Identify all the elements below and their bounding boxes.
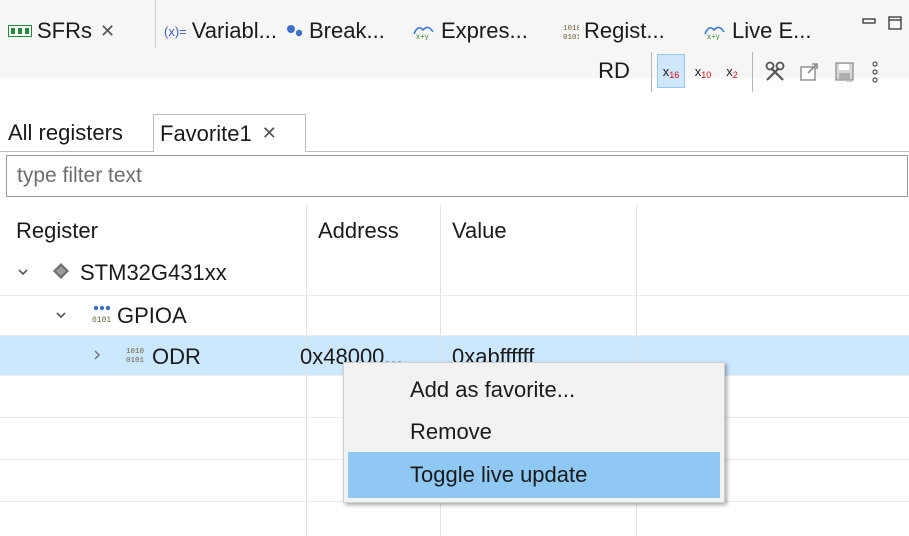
menu-item-add-as-favorite[interactable]: Add as favorite... <box>348 367 720 413</box>
tab-favorite1[interactable]: Favorite1 ✕ <box>154 114 306 152</box>
tab-breakpoints[interactable]: Break... <box>286 18 385 44</box>
register-icon: 1010 0101 <box>126 345 146 365</box>
svg-text:1010: 1010 <box>126 348 144 356</box>
chevron-right-icon[interactable] <box>90 348 106 364</box>
context-menu: Add as favorite... Remove Toggle live up… <box>343 362 725 503</box>
tab-divider <box>155 0 156 48</box>
menu-item-label: Toggle live update <box>410 462 588 487</box>
tab-label: SFRs <box>37 18 92 43</box>
menu-item-label: Remove <box>410 419 492 444</box>
tab-label: Variabl... <box>191 18 277 43</box>
tab-registers[interactable]: 1010 0101 Regist... <box>563 18 665 44</box>
tab-live-expressions[interactable]: x+y Live E... <box>703 18 811 44</box>
hex-format-button[interactable]: x 16 <box>657 54 685 88</box>
tab-label: Regist... <box>584 18 665 43</box>
svg-text:0101: 0101 <box>563 34 579 40</box>
toolbar-divider <box>651 52 652 92</box>
menu-item-toggle-live-update[interactable]: Toggle live update <box>348 452 720 498</box>
rd-label: RD <box>598 58 630 83</box>
column-header-address[interactable]: Address <box>318 218 399 244</box>
variables-icon: (x)= <box>164 24 187 39</box>
variables-icon-text: (x)= <box>164 23 187 39</box>
row-divider <box>0 295 909 296</box>
breakpoints-icon <box>286 24 304 38</box>
close-icon[interactable]: ✕ <box>100 21 115 42</box>
svg-text:x+y: x+y <box>707 32 720 40</box>
expressions-icon: x+y <box>412 22 436 40</box>
hex-subscript: 16 <box>669 70 680 80</box>
tree-node-label: ODR <box>152 344 201 369</box>
read-registers-button[interactable]: RD <box>592 50 636 92</box>
live-expressions-icon: x+y <box>703 22 727 40</box>
tab-variables[interactable]: (x)= Variabl... <box>164 18 277 44</box>
dec-subscript: 10 <box>701 70 712 80</box>
tab-label: Expres... <box>441 18 528 43</box>
minimize-icon[interactable] <box>860 14 878 30</box>
svg-text:x+y: x+y <box>416 32 429 40</box>
decimal-format-button[interactable]: x 10 <box>690 54 716 88</box>
chevron-down-icon[interactable] <box>16 265 32 281</box>
row-divider <box>0 335 909 336</box>
inner-tab-baseline <box>0 151 909 152</box>
view-menu-icon[interactable] <box>868 58 882 86</box>
svg-text:0101: 0101 <box>92 316 111 323</box>
configure-tools-icon[interactable] <box>760 58 790 86</box>
tab-label: All registers <box>8 120 123 145</box>
tab-label: Favorite1 <box>160 120 252 146</box>
svg-text:0101: 0101 <box>126 357 144 363</box>
tree-node-label: STM32G431xx <box>80 260 227 285</box>
tab-label: Break... <box>309 18 385 43</box>
menu-item-label: Add as favorite... <box>410 377 576 402</box>
tab-all-registers[interactable]: All registers <box>8 115 123 151</box>
filter-input[interactable] <box>6 155 908 197</box>
toolbar-divider <box>752 52 753 92</box>
tab-sfrs[interactable]: SFRs ✕ <box>8 18 115 44</box>
memory-board-icon <box>8 24 32 38</box>
svg-text:1010: 1010 <box>563 25 579 33</box>
peripheral-icon: 0101 <box>92 305 114 325</box>
column-header-register[interactable]: Register <box>16 218 98 244</box>
maximize-icon[interactable] <box>886 14 904 32</box>
export-icon[interactable] <box>795 58 825 86</box>
save-icon[interactable]: ... <box>830 58 860 86</box>
chevron-down-icon[interactable] <box>54 308 70 324</box>
tree-node-label: GPIOA <box>117 303 187 328</box>
tab-expressions[interactable]: x+y Expres... <box>412 18 528 44</box>
column-divider <box>306 205 307 536</box>
menu-item-remove[interactable]: Remove <box>348 409 720 455</box>
chip-icon <box>52 262 72 282</box>
close-icon[interactable]: ✕ <box>262 123 277 144</box>
registers-icon: 1010 0101 <box>563 22 579 40</box>
column-header-value[interactable]: Value <box>452 218 507 244</box>
binary-format-button[interactable]: x2 <box>720 54 744 88</box>
tab-label: Live E... <box>732 18 812 43</box>
svg-text:...: ... <box>846 75 853 83</box>
bin-subscript: 2 <box>732 70 738 80</box>
